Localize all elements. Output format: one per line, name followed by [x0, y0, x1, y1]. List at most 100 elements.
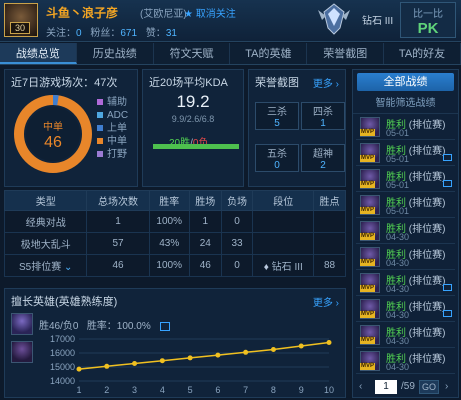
screenshot-icon[interactable] [443, 180, 452, 187]
copy-icon[interactable] [159, 321, 170, 331]
row-points [313, 210, 346, 233]
match-date: 04-30 [386, 284, 410, 294]
row-tier [252, 210, 315, 233]
match-item[interactable]: MVP 胜利 (排位赛) 04-30 [356, 244, 455, 270]
row-type-label: S5排位赛 [19, 262, 62, 273]
x-tick-label: 6 [215, 385, 220, 395]
match-item[interactable]: MVP 胜利 (排位赛) 05-01 [356, 192, 455, 218]
mastery-more-link[interactable]: 更多 › [313, 294, 339, 309]
match-date: 05-01 [386, 128, 410, 138]
tab-runes[interactable]: 符文天赋 [154, 43, 231, 64]
table-row[interactable]: S5排位赛 ⌄ 46 100% 46 0 ♦ 钻石 III 88 [3, 254, 346, 277]
legend-item-mid: 中单 [97, 135, 128, 148]
match-item[interactable]: MVP 胜利 (排位赛) 05-01 [356, 140, 455, 166]
legend-mid-label: 中单 [107, 136, 127, 147]
honor-more-link[interactable]: 更多 › [313, 75, 339, 90]
match-date: 05-01 [386, 180, 410, 190]
kda-value: 19.2 [176, 92, 210, 111]
data-point[interactable] [270, 347, 276, 352]
match-item[interactable]: MVP 胜利 (排位赛) 04-30 [356, 218, 455, 244]
data-point[interactable] [159, 358, 165, 364]
triple-kill-count: 5 [274, 118, 280, 129]
mastery-record: 胜46/负0 胜率：100.0% [39, 317, 170, 332]
match-item[interactable]: MVP 胜利 (排位赛) 04-30 [356, 270, 455, 296]
data-point[interactable] [326, 340, 332, 345]
honor-panel: 荣誉截图 更多 › 三杀 5 四杀 1 五杀 0 超神 2 [248, 69, 346, 187]
row-rate: 100% [148, 210, 190, 233]
table-row[interactable]: 极地大乱斗 57 43% 24 33 [3, 232, 346, 255]
next-page-icon[interactable]: › [445, 381, 448, 392]
row-total: 57 [86, 232, 150, 255]
match-item[interactable]: MVP 胜利 (排位赛) 04-30 [356, 322, 455, 348]
match-item[interactable]: MVP 胜利 (排位赛) 04-30 [356, 348, 455, 374]
match-list: MVP 胜利 (排位赛) 05-01 MVP 胜利 (排位赛) 05-01 MVP 胜利 (排… [353, 114, 458, 374]
data-point[interactable] [76, 366, 82, 372]
screenshot-icon[interactable] [443, 284, 452, 291]
match-queue: (排位赛) [408, 120, 446, 131]
row-type[interactable]: S5排位赛 ⌄ [3, 254, 88, 277]
data-point[interactable] [298, 343, 304, 349]
data-point[interactable] [132, 361, 138, 366]
fans-label: 粉丝： [90, 28, 121, 39]
diamond-tier-icon: ♦ [263, 262, 269, 273]
win-rate-bar [153, 144, 239, 149]
tab-champions[interactable]: TA的英雄 [230, 43, 308, 64]
screenshot-icon[interactable] [443, 154, 452, 161]
smart-filter-label: 智能筛选战绩 [375, 98, 436, 109]
kda-detail: 9.9/2.6/6.8 [171, 114, 215, 124]
col-points: 胜点 [313, 190, 346, 211]
data-point[interactable] [215, 352, 221, 358]
match-queue: (排位赛) [408, 354, 446, 365]
legend-item-jungle: 打野 [97, 148, 128, 161]
page-total: /59 [401, 381, 415, 392]
mastery-win-rate: 胜率：100.0% [86, 321, 151, 332]
kda-title: 近20场平均KDA [149, 77, 228, 89]
data-point[interactable] [104, 363, 110, 369]
pk-label: PK [417, 20, 439, 37]
unfollow-label: 取消关注 [195, 9, 236, 20]
all-matches-button[interactable]: 全部战绩 [357, 73, 454, 91]
legend-adc-label: ADC [107, 110, 129, 121]
match-item[interactable]: MVP 胜利 (排位赛) 05-01 [356, 166, 455, 192]
prev-page-icon[interactable]: ‹ [359, 381, 362, 392]
social-stats: 关注：0 粉丝：671 赞：31 [46, 24, 183, 39]
row-type: 经典对战 [3, 210, 88, 233]
penta-kill-label: 五杀 [267, 149, 287, 160]
data-point[interactable] [187, 355, 193, 361]
match-item[interactable]: MVP 胜利 (排位赛) 05-01 [356, 114, 455, 140]
match-item[interactable]: MVP 胜利 (排位赛) 04-30 [356, 296, 455, 322]
legend-top-label: 上单 [107, 123, 127, 134]
x-tick-label: 10 [324, 385, 334, 395]
pk-button[interactable]: 比一比 PK [400, 2, 456, 38]
champion-portrait[interactable] [11, 341, 33, 363]
triple-kill-label: 三杀 [267, 107, 287, 118]
row-tier [252, 232, 315, 255]
match-date: 04-30 [386, 336, 410, 346]
go-button[interactable]: GO [419, 380, 439, 394]
tab-friends[interactable]: TA的好友 [384, 43, 461, 64]
table-row[interactable]: 经典对战 1 100% 1 0 [3, 210, 346, 233]
page-input[interactable]: 1 [375, 380, 397, 394]
legend-support-label: 辅助 [107, 97, 127, 108]
mvp-badge: MVP [360, 311, 376, 318]
quadra-kill-count: 1 [320, 118, 326, 129]
match-queue: (排位赛) [408, 224, 446, 235]
col-total: 总场次数 [86, 190, 150, 211]
recent-games-panel: 近7日游戏场次：47次 中单 46 辅助 ADC 上单 中单 打野 [4, 69, 138, 187]
match-date: 04-30 [386, 310, 410, 320]
y-tick-label: 16000 [50, 348, 75, 358]
kda-panel: 近20场平均KDA 19.2 9.9/2.6/6.8 20胜/0负 [142, 69, 244, 187]
tab-overview[interactable]: 战绩总览 [0, 43, 77, 64]
tab-history[interactable]: 历史战绩 [77, 43, 154, 64]
smart-filter-link[interactable]: 智能筛选战绩 [353, 94, 458, 114]
row-wins: 24 [188, 232, 222, 255]
screenshot-icon[interactable] [443, 310, 452, 317]
chevron-down-icon[interactable]: ⌄ [64, 262, 72, 273]
champion-portrait[interactable] [11, 313, 33, 335]
unfollow-link[interactable]: ★ 取消关注 [184, 5, 236, 20]
tab-honor[interactable]: 荣誉截图 [307, 43, 385, 64]
x-tick-label: 7 [243, 385, 248, 395]
data-point[interactable] [243, 349, 249, 355]
x-tick-label: 1 [76, 385, 81, 395]
role-donut-chart: 中单 46 [14, 95, 92, 173]
